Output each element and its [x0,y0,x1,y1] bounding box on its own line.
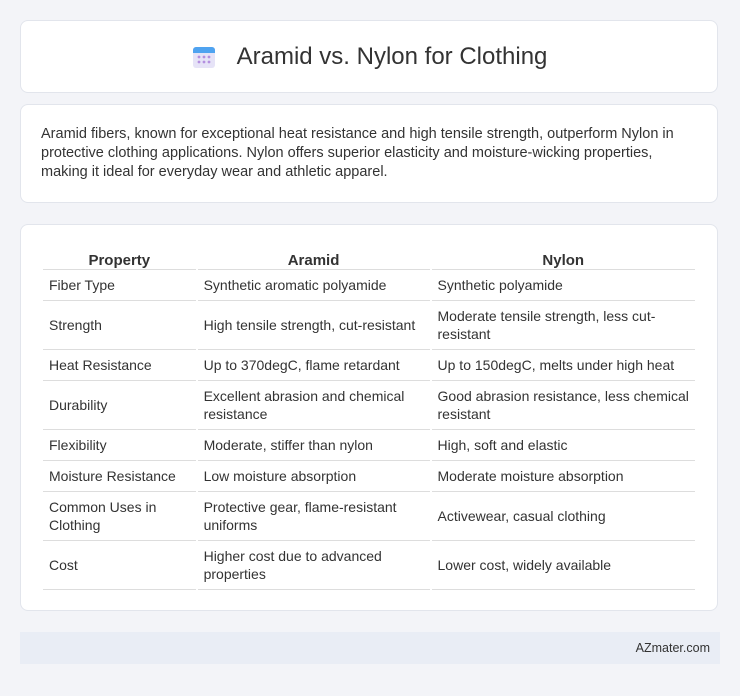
cell-property: Heat Resistance [43,350,196,381]
cell-aramid: Higher cost due to advanced properties [197,541,430,590]
cell-aramid: Synthetic aromatic polyamide [197,270,430,301]
table-row: Fiber Type Synthetic aromatic polyamide … [43,270,695,301]
intro-card: Aramid fibers, known for exceptional hea… [20,104,718,203]
calendar-icon [192,46,215,68]
cell-aramid: Protective gear, flame-resistant uniform… [197,492,430,541]
cell-nylon: Good abrasion resistance, less chemical … [431,381,695,430]
table-row: Cost Higher cost due to advanced propert… [43,541,695,590]
header-property: Property [43,245,196,270]
page-title: Aramid vs. Nylon for Clothing [236,42,548,70]
table-row: Moisture Resistance Low moisture absorpt… [43,461,695,492]
cell-property: Durability [43,381,196,430]
cell-aramid: Moderate, stiffer than nylon [197,430,430,461]
table-row: Strength High tensile strength, cut-resi… [43,301,695,350]
cell-aramid: Excellent abrasion and chemical resistan… [197,381,430,430]
footer-bar: AZmater.com [20,632,720,664]
cell-nylon: Up to 150degC, melts under high heat [431,350,695,381]
cell-property: Moisture Resistance [43,461,196,492]
table-row: Common Uses in Clothing Protective gear,… [43,492,695,541]
cell-property: Strength [43,301,196,350]
footer-site-link[interactable]: AZmater.com [636,641,710,655]
cell-aramid: Low moisture absorption [197,461,430,492]
cell-property: Common Uses in Clothing [43,492,196,541]
cell-property: Fiber Type [43,270,196,301]
cell-nylon: Synthetic polyamide [431,270,695,301]
cell-aramid: High tensile strength, cut-resistant [197,301,430,350]
table-header-row: Property Aramid Nylon [43,245,695,270]
cell-property: Cost [43,541,196,590]
cell-aramid: Up to 370degC, flame retardant [197,350,430,381]
header-aramid: Aramid [197,245,430,270]
intro-paragraph: Aramid fibers, known for exceptional hea… [41,126,674,180]
cell-nylon: Lower cost, widely available [431,541,695,590]
comparison-table: Property Aramid Nylon Fiber Type Synthet… [41,245,697,590]
cell-nylon: High, soft and elastic [431,430,695,461]
table-row: Flexibility Moderate, stiffer than nylon… [43,430,695,461]
cell-nylon: Moderate moisture absorption [431,461,695,492]
cell-nylon: Moderate tensile strength, less cut-resi… [431,301,695,350]
cell-property: Flexibility [43,430,196,461]
title-card: Aramid vs. Nylon for Clothing [20,20,718,93]
cell-nylon: Activewear, casual clothing [431,492,695,541]
header-nylon: Nylon [431,245,695,270]
table-row: Heat Resistance Up to 370degC, flame ret… [43,350,695,381]
table-row: Durability Excellent abrasion and chemic… [43,381,695,430]
comparison-card: Property Aramid Nylon Fiber Type Synthet… [20,224,718,611]
